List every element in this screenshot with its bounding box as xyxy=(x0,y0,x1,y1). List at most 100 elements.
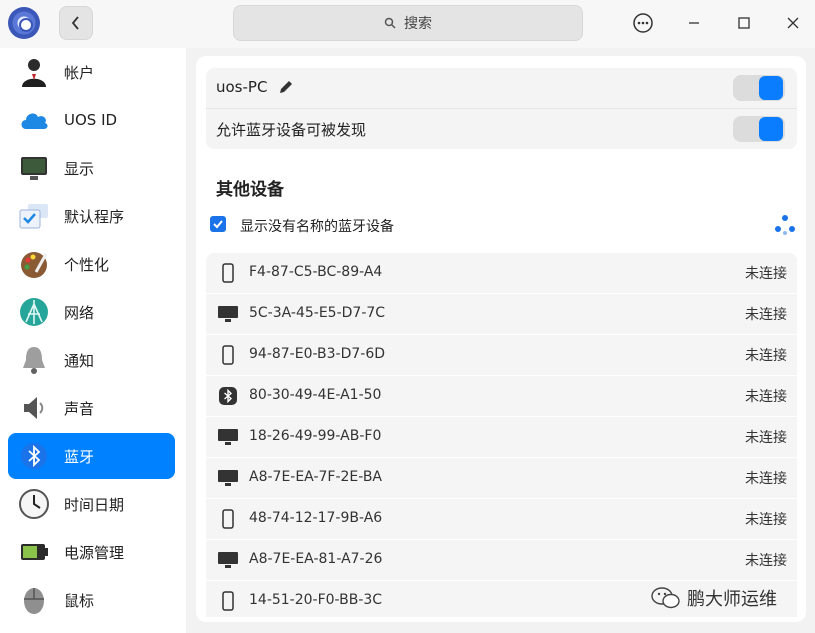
search-icon xyxy=(384,17,396,29)
watermark: 鹏大师运维 xyxy=(651,585,777,611)
device-name: A8-7E-EA-7F-2E-BA xyxy=(249,469,383,485)
sidebar: 帐户 UOS ID 显示 默认程序 个性化 网络 通知 声音 蓝牙 时间日期 电… xyxy=(0,48,186,633)
device-name: A8-7E-EA-81-A7-26 xyxy=(249,551,383,567)
maximize-button[interactable] xyxy=(731,10,757,36)
bell-icon xyxy=(23,347,45,374)
discoverable-row: 允许蓝牙设备可被发现 xyxy=(206,109,797,149)
device-name: 94-87-E0-B3-D7-6D xyxy=(249,346,386,362)
device-row[interactable]: F4-87-C5-BC-89-A4 未连接 xyxy=(206,253,797,293)
device-row[interactable]: 18-26-49-99-AB-F0 未连接 xyxy=(206,417,797,457)
search-input[interactable]: 搜索 xyxy=(233,5,583,41)
phone-icon xyxy=(219,509,237,529)
speaker-icon xyxy=(24,397,44,419)
device-name-row: uos-PC xyxy=(206,68,797,108)
show-unnamed-label: 显示没有名称的蓝牙设备 xyxy=(240,219,394,235)
show-unnamed-checkbox[interactable] xyxy=(210,216,226,232)
sidebar-item-bluetooth[interactable]: 蓝牙 xyxy=(8,433,175,479)
device-status: 未连接 xyxy=(745,471,787,487)
sidebar-item-sound[interactable]: 声音 xyxy=(8,385,175,431)
device-name: 48-74-12-17-9B-A6 xyxy=(249,510,383,526)
sidebar-item-label: UOS ID xyxy=(64,111,118,129)
account-icon xyxy=(22,59,46,87)
monitor-icon xyxy=(217,550,239,570)
edit-icon[interactable] xyxy=(278,79,294,95)
discoverable-label: 允许蓝牙设备可被发现 xyxy=(216,121,367,139)
title-bar: 搜索 xyxy=(0,0,815,48)
other-devices-title: 其他设备 xyxy=(216,180,284,200)
sidebar-item-mouse[interactable]: 鼠标 xyxy=(8,577,175,623)
phone-icon xyxy=(219,345,237,365)
device-row[interactable]: A8-7E-EA-81-A7-26 未连接 xyxy=(206,540,797,580)
device-row[interactable]: 48-74-12-17-9B-A6 未连接 xyxy=(206,499,797,539)
discoverable-toggle[interactable] xyxy=(733,116,785,142)
close-button[interactable] xyxy=(780,10,806,36)
network-icon xyxy=(20,298,48,326)
loading-spinner-icon xyxy=(775,215,795,235)
device-status: 未连接 xyxy=(745,512,787,528)
bluetooth-panel: uos-PC 允许蓝牙设备可被发现 其他设备 显示没有名称的蓝牙设备 F4-87… xyxy=(196,56,806,622)
monitor-icon xyxy=(217,304,239,324)
maximize-icon xyxy=(738,17,750,29)
app-logo-icon xyxy=(8,7,40,39)
chevron-left-icon xyxy=(71,16,79,30)
sidebar-item-label: 鼠标 xyxy=(64,591,95,610)
wechat-icon xyxy=(651,587,680,609)
content-area: uos-PC 允许蓝牙设备可被发现 其他设备 显示没有名称的蓝牙设备 F4-87… xyxy=(186,48,815,633)
device-row[interactable]: 94-87-E0-B3-D7-6D 未连接 xyxy=(206,335,797,375)
display-icon xyxy=(21,157,47,180)
device-row[interactable]: A8-7E-EA-7F-2E-BA 未连接 xyxy=(206,458,797,498)
sidebar-item-power[interactable]: 电源管理 xyxy=(8,529,175,575)
bluetooth-toggle[interactable] xyxy=(733,75,785,101)
sidebar-item-default-apps[interactable]: 默认程序 xyxy=(8,193,175,239)
more-icon xyxy=(633,13,653,33)
device-status: 未连接 xyxy=(745,348,787,364)
minimize-icon xyxy=(689,22,699,24)
device-name: 14-51-20-F0-BB-3C xyxy=(249,592,383,608)
mouse-icon xyxy=(24,588,44,614)
checkmark-icon xyxy=(213,220,223,229)
back-button[interactable] xyxy=(59,6,93,40)
sidebar-item-label: 帐户 xyxy=(64,63,95,82)
sidebar-item-notification[interactable]: 通知 xyxy=(8,337,175,383)
default-apps-icon xyxy=(19,204,48,229)
device-status: 未连接 xyxy=(745,389,787,405)
sidebar-item-datetime[interactable]: 时间日期 xyxy=(8,481,175,527)
device-row[interactable]: 80-30-49-4E-A1-50 未连接 xyxy=(206,376,797,416)
sidebar-item-network[interactable]: 网络 xyxy=(8,289,175,335)
sidebar-item-label: 蓝牙 xyxy=(64,447,95,466)
device-name-label: uos-PC xyxy=(216,78,268,96)
phone-icon xyxy=(219,263,237,283)
sidebar-item-label: 电源管理 xyxy=(64,543,125,562)
personalization-icon xyxy=(21,252,48,278)
device-row[interactable]: 5C-3A-45-E5-D7-7C 未连接 xyxy=(206,294,797,334)
sidebar-item-label: 默认程序 xyxy=(64,207,125,226)
bluetooth-icon xyxy=(219,386,237,406)
bluetooth-icon xyxy=(21,443,47,469)
battery-icon xyxy=(21,544,48,560)
sidebar-item-uos-id[interactable]: UOS ID xyxy=(8,97,175,143)
sidebar-item-account[interactable]: 帐户 xyxy=(8,49,175,95)
monitor-icon xyxy=(217,427,239,447)
device-name: 80-30-49-4E-A1-50 xyxy=(249,387,382,403)
sidebar-item-personalization[interactable]: 个性化 xyxy=(8,241,175,287)
device-name: 18-26-49-99-AB-F0 xyxy=(249,428,382,444)
device-status: 未连接 xyxy=(745,430,787,446)
device-name: F4-87-C5-BC-89-A4 xyxy=(249,264,383,280)
watermark-text: 鹏大师运维 xyxy=(687,589,777,610)
sidebar-item-label: 通知 xyxy=(64,351,95,370)
phone-icon xyxy=(219,591,237,611)
device-name: 5C-3A-45-E5-D7-7C xyxy=(249,305,386,321)
sidebar-item-display[interactable]: 显示 xyxy=(8,145,175,191)
device-status: 未连接 xyxy=(745,307,787,323)
sidebar-item-label: 时间日期 xyxy=(64,495,125,514)
clock-icon xyxy=(19,489,49,519)
search-placeholder: 搜索 xyxy=(404,16,432,32)
minimize-button[interactable] xyxy=(681,10,707,36)
close-icon xyxy=(787,17,799,29)
sidebar-item-label: 网络 xyxy=(64,303,95,322)
cloud-icon xyxy=(21,113,48,129)
menu-button[interactable] xyxy=(630,10,656,36)
sidebar-item-label: 个性化 xyxy=(64,255,110,274)
monitor-icon xyxy=(217,468,239,488)
sidebar-item-label: 显示 xyxy=(64,159,95,178)
